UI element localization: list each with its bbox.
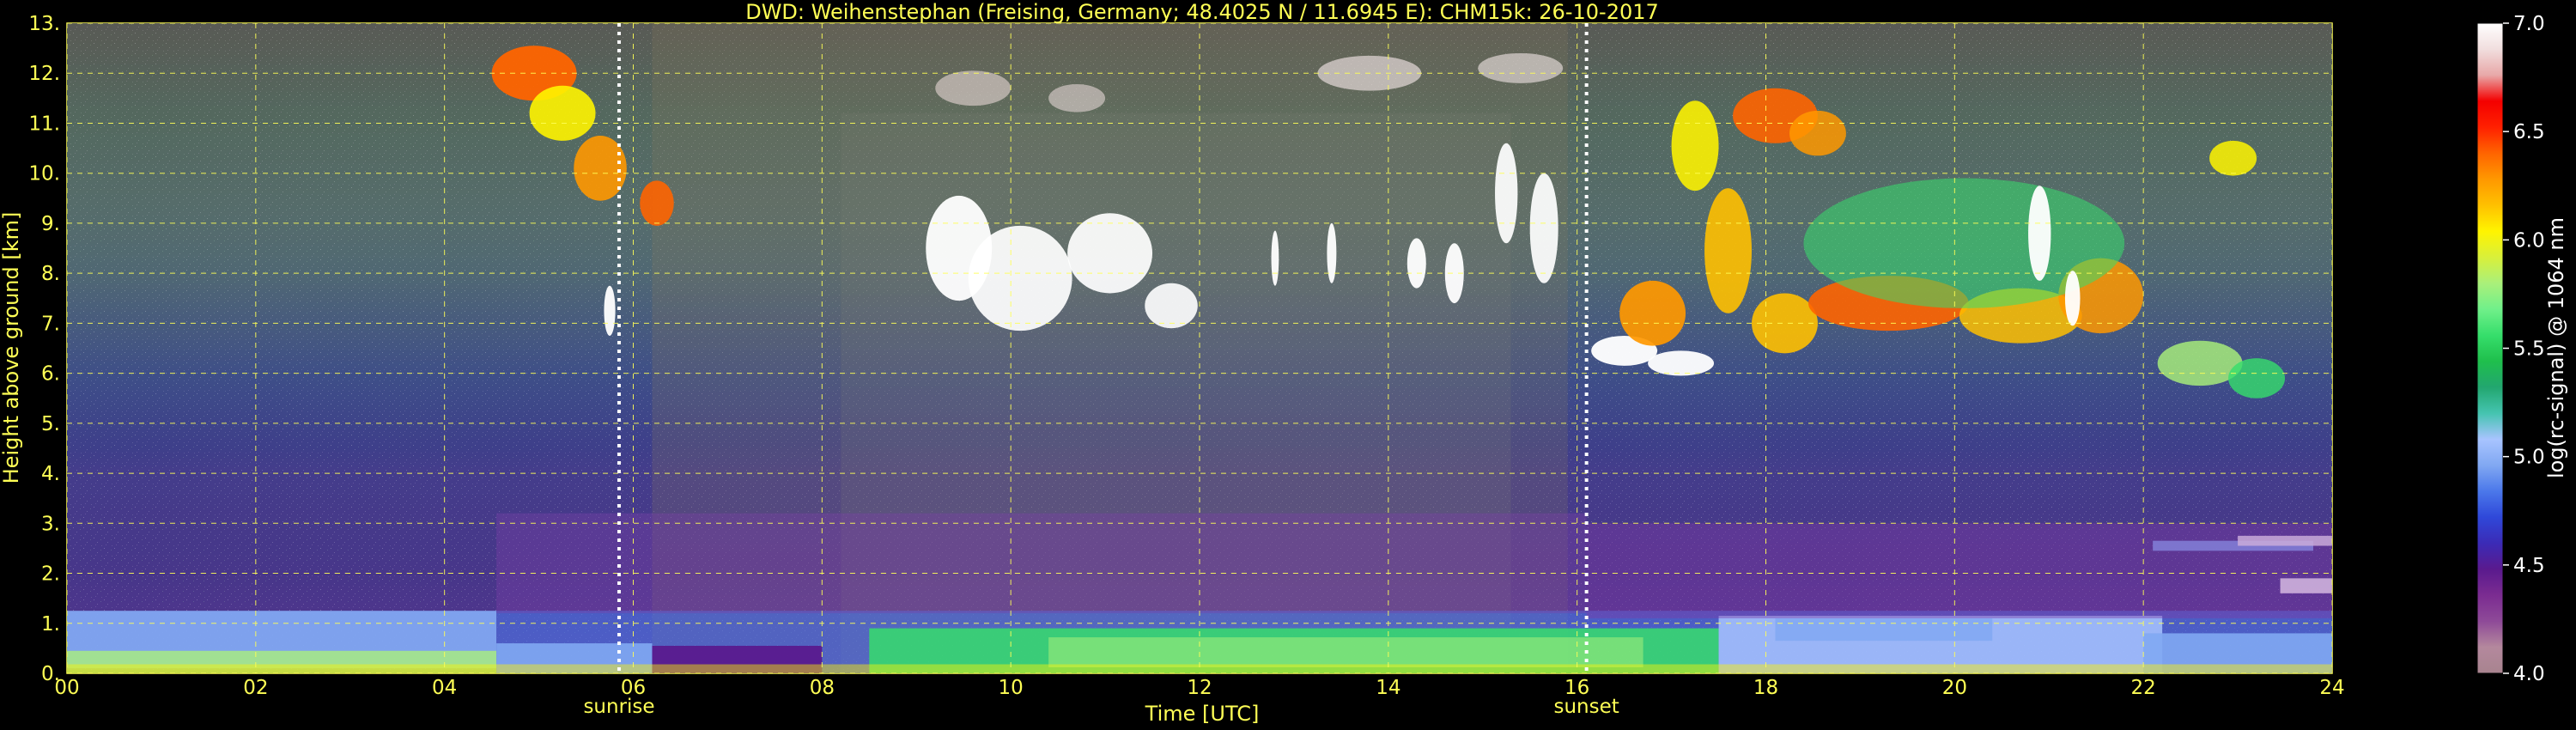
y-tick-label: 7. [41, 313, 60, 335]
upper-cirrus-b [1048, 84, 1106, 113]
y-tick-label: 1. [41, 613, 60, 636]
midday-streak-6 [1529, 173, 1558, 283]
y-tick-label: 4. [41, 463, 60, 485]
x-tick-label: 18 [1753, 677, 1778, 699]
cirrus-midday-4 [1145, 283, 1198, 329]
x-tick-label: 22 [2131, 677, 2156, 699]
boundary-layer-green-2 [1048, 637, 1643, 668]
chart-svg: 00 02 04 06 08 10 12 14 16 18 20 22 240.1.2.3.4.5.6.… [0, 0, 2568, 726]
x-axis-label: Time [UTC] [1145, 702, 1260, 726]
y-tick-label: 11. [28, 113, 60, 135]
y-tick-label: 0. [41, 663, 60, 685]
x-tick-label: 10 [999, 677, 1024, 699]
y-tick-label: 10. [28, 163, 60, 186]
evening-red-1 [1619, 280, 1686, 346]
boundary-layer-light-blue [1775, 617, 1993, 642]
evening-green-1 [2228, 358, 2286, 398]
event-marker-label: sunrise [583, 696, 654, 718]
colorbar-tick-label: 5.0 [2513, 447, 2545, 469]
y-tick-label: 3. [41, 513, 60, 535]
x-tick-label: 04 [432, 677, 457, 699]
colorbar-label: log(rc-signal) @ 1064 nm [2544, 217, 2568, 478]
y-tick-label: 12. [28, 63, 60, 85]
x-tick-label: 20 [1942, 677, 1967, 699]
cirrus-morning-mid [529, 85, 596, 141]
y-tick-label: 9. [41, 213, 60, 235]
event-marker-label: sunset [1554, 696, 1619, 718]
midday-streak-3 [1406, 238, 1426, 289]
midday-streak-2 [1327, 222, 1337, 283]
colorbar-tick-label: 7.0 [2513, 13, 2545, 35]
colorbar-tick-label: 6.0 [2513, 229, 2545, 252]
x-tick-label: 12 [1187, 677, 1212, 699]
y-tick-label: 5. [41, 413, 60, 435]
y-tick-label: 8. [41, 263, 60, 285]
colorbar-tick-label: 4.0 [2513, 663, 2545, 685]
midday-streak-5 [1495, 143, 1518, 244]
y-axis-label: Height above ground [km] [0, 212, 23, 484]
colorbar-strip [2476, 22, 2504, 674]
plot-area [66, 22, 2333, 674]
midday-streak-1 [1271, 230, 1279, 286]
colorbar-tick-label: 4.5 [2513, 555, 2545, 577]
evening-high-red-4 [2209, 140, 2257, 176]
evening-white-2 [1648, 350, 1715, 376]
x-tick-label: 08 [810, 677, 835, 699]
cirrus-midday-3 [1067, 213, 1153, 294]
cirrus-midday-2 [968, 225, 1072, 332]
chart-title: DWD: Weihenstephan (Freising, Germany; 4… [745, 0, 1659, 24]
purple-aerosol-band [496, 513, 1587, 614]
x-tick-label: 24 [2319, 677, 2344, 699]
purple-evening-band [1586, 523, 2332, 618]
evening-high-red-3 [1789, 110, 1846, 156]
ice-streak-sunrise [604, 285, 616, 336]
colorbar-tick-label: 6.5 [2513, 121, 2545, 143]
colorbar-tick-label: 5.5 [2513, 338, 2545, 361]
upper-cirrus-a [935, 70, 1012, 106]
evening-streak-2 [2064, 271, 2081, 326]
evening-streak-1 [2028, 186, 2051, 281]
colorbar-ticks: 4.0 4.5 5.0 5.5 6.0 6.5 7.0 [2503, 13, 2545, 685]
y-tick-label: 6. [41, 363, 60, 386]
y-tick-label: 13. [28, 13, 60, 35]
colorbar: 4.0 4.5 5.0 5.5 6.0 6.5 7.0 log(rc-signal) @ 1… [2476, 13, 2568, 685]
ceilometer-figure: 00 02 04 06 08 10 12 14 16 18 20 22 24 0. 1. 2. 3. 4. 5. 6.… [0, 0, 2576, 730]
x-tick-label: 14 [1376, 677, 1400, 699]
upper-cirrus-d [1478, 52, 1564, 83]
cirrus-morning-drop [640, 180, 674, 226]
evening-red-2 [1704, 188, 1753, 313]
y-tick-label: 2. [41, 563, 60, 586]
x-tick-label: 02 [243, 677, 268, 699]
evening-high-red-1 [1671, 100, 1719, 192]
